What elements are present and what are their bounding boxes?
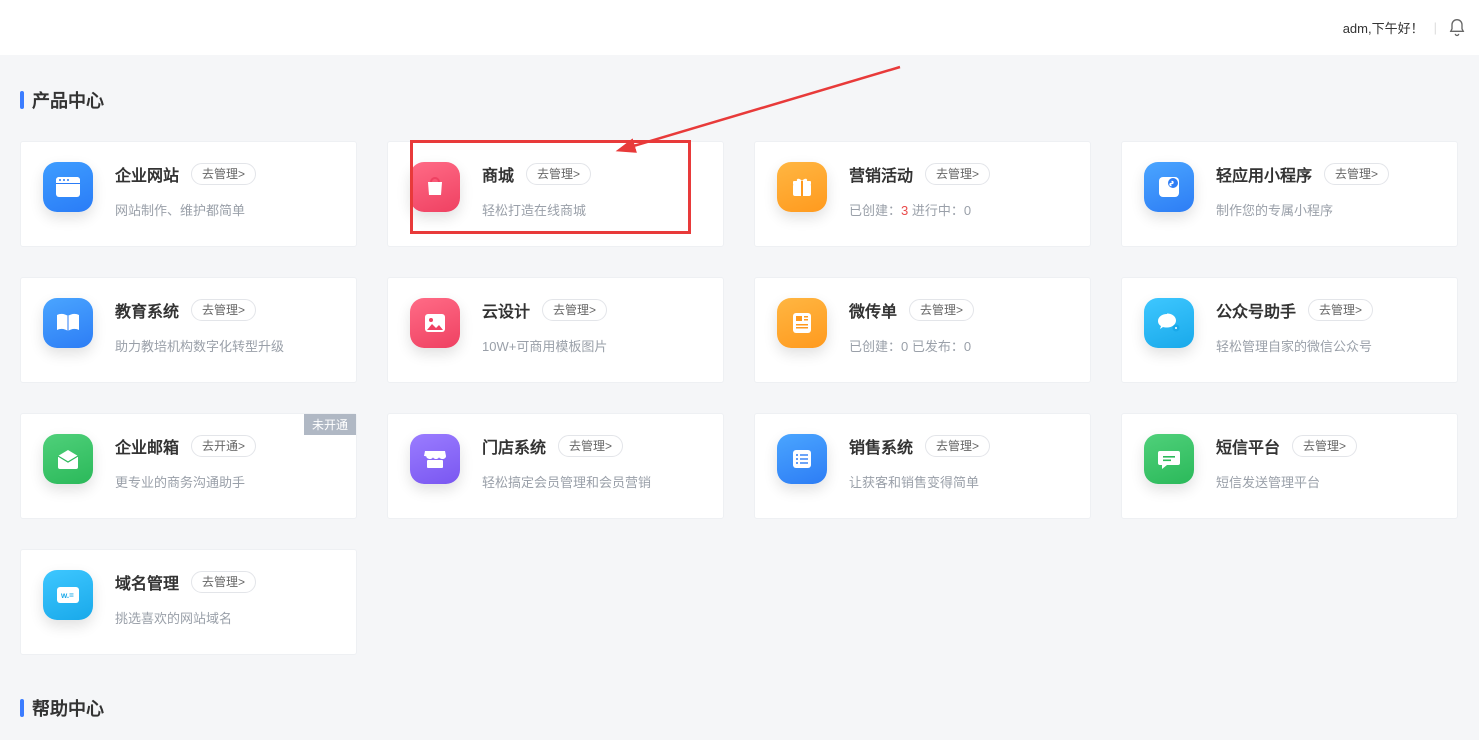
card-desc: 网站制作、维护都简单 xyxy=(115,200,256,219)
manage-button[interactable]: 去管理> xyxy=(909,299,974,321)
card-desc: 短信发送管理平台 xyxy=(1216,472,1357,491)
card-desc: 让获客和销售变得简单 xyxy=(849,472,990,491)
card-title: 域名管理 xyxy=(115,570,179,594)
list-icon xyxy=(777,434,827,484)
card-education[interactable]: 教育系统 去管理> 助力教培机构数字化转型升级 xyxy=(20,277,357,383)
manage-button[interactable]: 去管理> xyxy=(1308,299,1373,321)
shopping-bag-icon xyxy=(410,162,460,212)
manage-button[interactable]: 去管理> xyxy=(191,299,256,321)
manage-button[interactable]: 去管理> xyxy=(925,163,990,185)
open-button[interactable]: 去开通> xyxy=(191,435,256,457)
card-title: 门店系统 xyxy=(482,434,546,458)
separator: | xyxy=(1434,20,1437,35)
manage-button[interactable]: 去管理> xyxy=(925,435,990,457)
browser-window-icon xyxy=(43,162,93,212)
store-icon xyxy=(410,434,460,484)
envelope-icon xyxy=(43,434,93,484)
card-desc: 10W+可商用模板图片 xyxy=(482,336,607,355)
notification-bell-icon[interactable] xyxy=(1447,18,1467,38)
manage-button[interactable]: 去管理> xyxy=(1292,435,1357,457)
card-desc: 挑选喜欢的网站域名 xyxy=(115,608,256,627)
card-desc: 已创建：0 已发布：0 xyxy=(849,336,974,355)
card-miniapp[interactable]: 轻应用小程序 去管理> 制作您的专属小程序 xyxy=(1121,141,1458,247)
manage-button[interactable]: 去管理> xyxy=(526,163,591,185)
gift-icon xyxy=(777,162,827,212)
greeting-text: adm,下午好！ xyxy=(1343,18,1424,37)
card-cloud-design[interactable]: 云设计 去管理> 10W+可商用模板图片 xyxy=(387,277,724,383)
flyer-icon xyxy=(777,298,827,348)
card-mall[interactable]: 商城 去管理> 轻松打造在线商城 xyxy=(387,141,724,247)
card-enterprise-site[interactable]: 企业网站 去管理> 网站制作、维护都简单 xyxy=(20,141,357,247)
section-title-help: 帮助中心 xyxy=(20,695,1459,721)
card-title: 轻应用小程序 xyxy=(1216,162,1312,186)
book-icon xyxy=(43,298,93,348)
products-grid: 企业网站 去管理> 网站制作、维护都简单 商城 去管理> 轻松打造在线商城 xyxy=(20,141,1459,655)
wechat-icon xyxy=(1144,298,1194,348)
card-desc: 制作您的专属小程序 xyxy=(1216,200,1389,219)
card-title: 企业邮箱 xyxy=(115,434,179,458)
card-flyer[interactable]: 微传单 去管理> 已创建：0 已发布：0 xyxy=(754,277,1091,383)
card-title: 短信平台 xyxy=(1216,434,1280,458)
card-sales[interactable]: 销售系统 去管理> 让获客和销售变得简单 xyxy=(754,413,1091,519)
manage-button[interactable]: 去管理> xyxy=(542,299,607,321)
domain-card-icon: w.= xyxy=(43,570,93,620)
card-title: 公众号助手 xyxy=(1216,298,1296,322)
card-title: 微传单 xyxy=(849,298,897,322)
card-title: 商城 xyxy=(482,162,514,186)
card-wechat-helper[interactable]: 公众号助手 去管理> 轻松管理自家的微信公众号 xyxy=(1121,277,1458,383)
chat-bubble-icon xyxy=(1144,434,1194,484)
manage-button[interactable]: 去管理> xyxy=(191,571,256,593)
card-title: 企业网站 xyxy=(115,162,179,186)
card-desc: 已创建：3 进行中：0 xyxy=(849,200,990,219)
image-icon xyxy=(410,298,460,348)
badge-not-open: 未开通 xyxy=(304,414,356,435)
card-desc: 助力教培机构数字化转型升级 xyxy=(115,336,284,355)
manage-button[interactable]: 去管理> xyxy=(1324,163,1389,185)
card-email[interactable]: 未开通 企业邮箱 去开通> 更专业的商务沟通助手 xyxy=(20,413,357,519)
card-marketing[interactable]: 营销活动 去管理> 已创建：3 进行中：0 xyxy=(754,141,1091,247)
card-desc: 更专业的商务沟通助手 xyxy=(115,472,256,491)
card-desc: 轻松搞定会员管理和会员营销 xyxy=(482,472,651,491)
svg-text:w.=: w.= xyxy=(60,591,74,600)
miniapp-icon xyxy=(1144,162,1194,212)
card-desc: 轻松管理自家的微信公众号 xyxy=(1216,336,1373,355)
section-title-products: 产品中心 xyxy=(20,87,1459,113)
card-title: 云设计 xyxy=(482,298,530,322)
card-store[interactable]: 门店系统 去管理> 轻松搞定会员管理和会员营销 xyxy=(387,413,724,519)
manage-button[interactable]: 去管理> xyxy=(558,435,623,457)
card-desc: 轻松打造在线商城 xyxy=(482,200,591,219)
manage-button[interactable]: 去管理> xyxy=(191,163,256,185)
card-domain[interactable]: w.= 域名管理 去管理> 挑选喜欢的网站域名 xyxy=(20,549,357,655)
card-title: 销售系统 xyxy=(849,434,913,458)
card-title: 营销活动 xyxy=(849,162,913,186)
card-sms[interactable]: 短信平台 去管理> 短信发送管理平台 xyxy=(1121,413,1458,519)
card-title: 教育系统 xyxy=(115,298,179,322)
top-bar: adm,下午好！ | xyxy=(0,0,1479,55)
